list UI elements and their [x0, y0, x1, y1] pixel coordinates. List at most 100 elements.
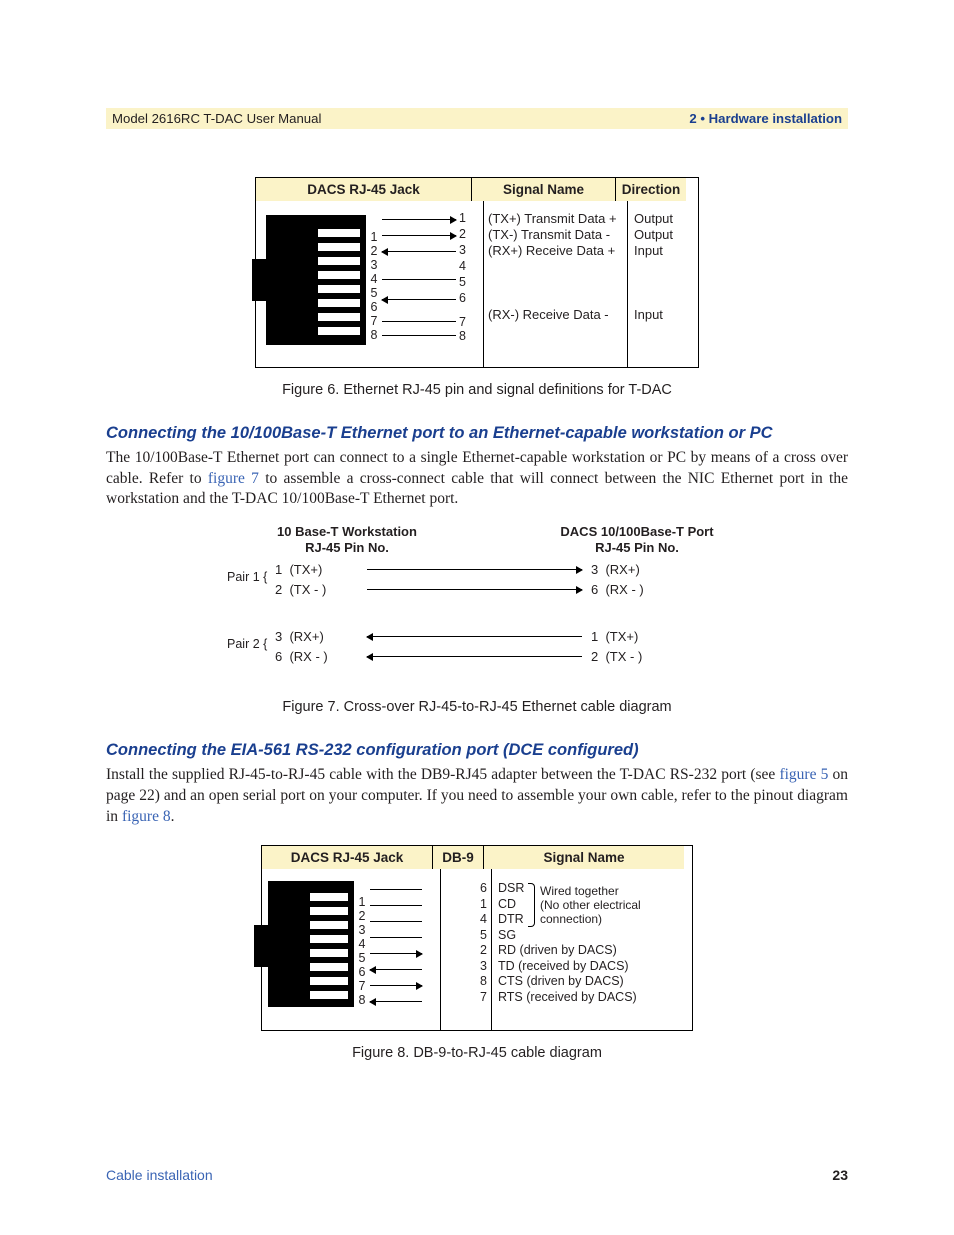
pin-label: 8 — [356, 993, 368, 1007]
section1-paragraph: The 10/100Base-T Ethernet port can conne… — [106, 448, 848, 510]
fig6-signal-col: (TX+) Transmit Data + (TX-) Transmit Dat… — [484, 201, 628, 367]
crossover-line — [367, 589, 582, 590]
text: connection) — [540, 912, 602, 926]
fig7-row: 3 (RX+) — [275, 629, 324, 644]
db9-pin: 8 — [441, 974, 491, 990]
fig8-col-jack: DACS RJ-45 Jack — [262, 846, 433, 869]
figure-7-caption: Figure 7. Cross-over RJ-45-to-RJ-45 Ethe… — [106, 699, 848, 715]
lead-number: 8 — [459, 329, 466, 343]
fig6-jack-diagram: 1 2 3 4 5 6 7 8 1 2 3 — [256, 201, 484, 367]
fig8-col-db9: DB-9 — [433, 846, 484, 869]
text: (No other electrical — [540, 898, 641, 912]
page-footer: Cable installation 23 — [106, 1167, 848, 1183]
fig8-db9-col: 6 1 4 5 2 3 8 7 — [441, 869, 492, 1030]
bracket-icon — [528, 883, 535, 927]
section-title-ethernet: Connecting the 10/100Base-T Ethernet por… — [106, 422, 848, 444]
fig7-row: 1 (TX+) — [591, 629, 638, 644]
figure-7-link[interactable]: figure 7 — [208, 470, 259, 487]
crossover-line — [367, 636, 582, 637]
pin-label: 8 — [368, 328, 380, 342]
pin-label: 3 — [368, 258, 380, 272]
pin-label: 5 — [368, 286, 380, 300]
lead-line — [382, 321, 456, 322]
lead-line — [370, 921, 422, 922]
figure-8: DACS RJ-45 Jack DB-9 Signal Name — [106, 845, 848, 1061]
fig8-jack-diagram: 1 2 3 4 5 6 7 8 — [262, 869, 441, 1030]
fig8-signal-col: DSR CD DTR SG RD (driven by DACS) TD (re… — [492, 869, 692, 1030]
pin-label: 6 — [368, 300, 380, 314]
page: Model 2616RC T-DAC User Manual 2 • Hardw… — [0, 0, 954, 1235]
fig6-direction-col: Output Output Input Input — [628, 201, 698, 367]
db9-pin: 7 — [441, 990, 491, 1006]
signal-row: (TX-) Transmit Data - — [484, 227, 627, 243]
fig8-col-signal: Signal Name — [484, 846, 684, 869]
figure-8-link[interactable]: figure 8 — [122, 808, 171, 825]
pair1-label: Pair 1 { — [227, 570, 267, 584]
db9-pin: 6 — [441, 881, 491, 897]
figure-5-link[interactable]: figure 5 — [779, 766, 828, 783]
section2-paragraph: Install the supplied RJ-45-to-RJ-45 cabl… — [106, 765, 848, 827]
figure-6: DACS RJ-45 Jack Signal Name Direction — [106, 177, 848, 398]
figure-7: 10 Base-T Workstation RJ-45 Pin No. DACS… — [106, 510, 848, 715]
signal-row: (RX+) Receive Data + — [484, 243, 627, 259]
crossover-line — [367, 656, 582, 657]
signal-row: RTS (received by DACS) — [492, 990, 692, 1006]
lead-line — [370, 889, 422, 890]
lead-line — [382, 251, 456, 252]
pin-label: 1 — [356, 895, 368, 909]
lead-line — [370, 953, 422, 954]
lead-line — [370, 1001, 422, 1002]
pin-label: 2 — [356, 909, 368, 923]
text: RJ-45 Pin No. — [595, 540, 679, 555]
section-title-rs232: Connecting the EIA-561 RS-232 configurat… — [106, 739, 848, 761]
direction-row: Input — [628, 243, 698, 259]
pin-label: 5 — [356, 951, 368, 965]
header-left: Model 2616RC T-DAC User Manual — [112, 111, 321, 126]
fig7-row: 6 (RX - ) — [275, 649, 328, 664]
signal-row: TD (received by DACS) — [492, 959, 692, 975]
signal-row: RD (driven by DACS) — [492, 943, 692, 959]
header-right: 2 • Hardware installation — [689, 111, 842, 126]
pair2-label: Pair 2 { — [227, 637, 267, 651]
pin-label: 3 — [356, 923, 368, 937]
db9-pin: 4 — [441, 912, 491, 928]
crossover-line — [367, 569, 582, 570]
lead-line — [382, 335, 456, 336]
signal-row: CTS (driven by DACS) — [492, 974, 692, 990]
lead-line — [370, 905, 422, 906]
footer-section-link[interactable]: Cable installation — [106, 1167, 213, 1183]
pin-label: 7 — [368, 314, 380, 328]
text: 10 Base-T Workstation — [277, 524, 417, 539]
fig7-right-header: DACS 10/100Base-T Port RJ-45 Pin No. — [537, 524, 737, 555]
fig6-col-jack: DACS RJ-45 Jack — [256, 178, 472, 201]
lead-line — [382, 279, 456, 280]
fig6-col-signal: Signal Name — [472, 178, 616, 201]
fig7-row: 2 (TX - ) — [591, 649, 642, 664]
rj45-jack-icon — [266, 215, 366, 345]
lead-number: 3 — [459, 243, 466, 257]
db9-pin: 5 — [441, 928, 491, 944]
pin-label: 6 — [356, 965, 368, 979]
page-number: 23 — [832, 1167, 848, 1183]
direction-row: Output — [628, 227, 698, 243]
fig7-row: 6 (RX - ) — [591, 582, 644, 597]
lead-line — [382, 219, 456, 220]
lead-number: 6 — [459, 291, 466, 305]
text: Wired together — [540, 884, 619, 898]
lead-number: 1 — [459, 211, 466, 225]
text: Install the supplied RJ-45-to-RJ-45 cabl… — [106, 766, 779, 783]
fig6-col-direction: Direction — [616, 178, 686, 201]
lead-number: 5 — [459, 275, 466, 289]
figure-6-table: DACS RJ-45 Jack Signal Name Direction — [255, 177, 699, 368]
direction-row: Input — [628, 307, 698, 323]
lead-line — [370, 985, 422, 986]
lead-number: 7 — [459, 315, 466, 329]
page-header: Model 2616RC T-DAC User Manual 2 • Hardw… — [106, 108, 848, 129]
lead-number: 2 — [459, 227, 466, 241]
pin-label: 1 — [368, 230, 380, 244]
lead-line — [370, 937, 422, 938]
signal-row: SG — [492, 928, 692, 944]
direction-row: Output — [628, 211, 698, 227]
lead-line — [382, 299, 456, 300]
fig7-row: 3 (RX+) — [591, 562, 640, 577]
